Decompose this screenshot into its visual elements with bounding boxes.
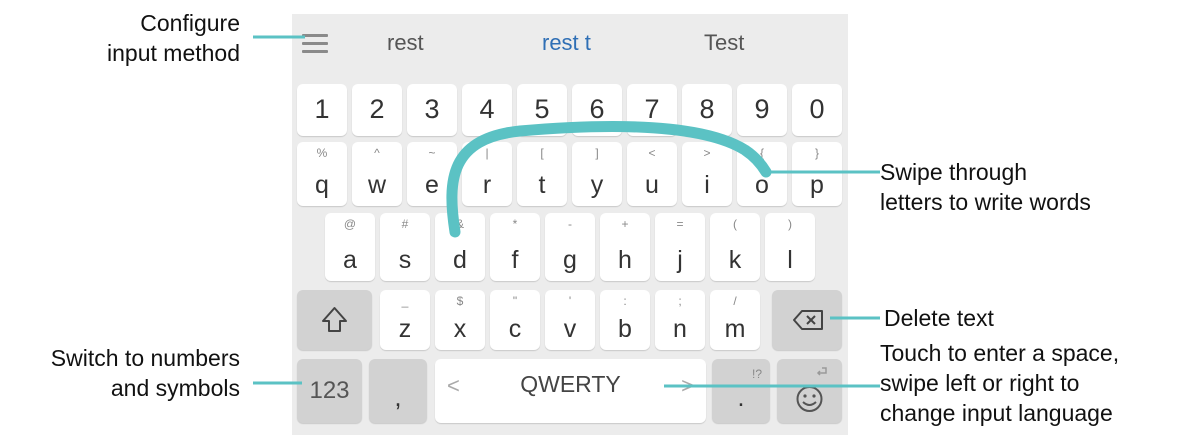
- swipe-callout-line1: Swipe through: [880, 159, 1028, 185]
- numbers-callout-line1: Switch to numbers: [50, 345, 240, 371]
- configure-callout: Configure input method: [40, 8, 240, 68]
- delete-callout: Delete text: [884, 305, 994, 331]
- numbers-callout-line2: and symbols: [110, 375, 240, 401]
- swipe-trail: [446, 121, 772, 238]
- configure-callout-line1: Configure: [140, 10, 240, 36]
- numbers-callout: Switch to numbers and symbols: [0, 343, 240, 403]
- space-callout-line1: Touch to enter a space,: [880, 340, 1120, 366]
- space-callout-line2: swipe left or right to: [880, 370, 1080, 396]
- swipe-callout-line2: letters to write words: [880, 189, 1091, 215]
- space-callout: Touch to enter a space, swipe left or ri…: [880, 338, 1180, 428]
- swipe-callout: Swipe through letters to write words: [880, 157, 1180, 217]
- configure-callout-line2: input method: [107, 40, 240, 66]
- space-callout-line3: change input language: [880, 400, 1113, 426]
